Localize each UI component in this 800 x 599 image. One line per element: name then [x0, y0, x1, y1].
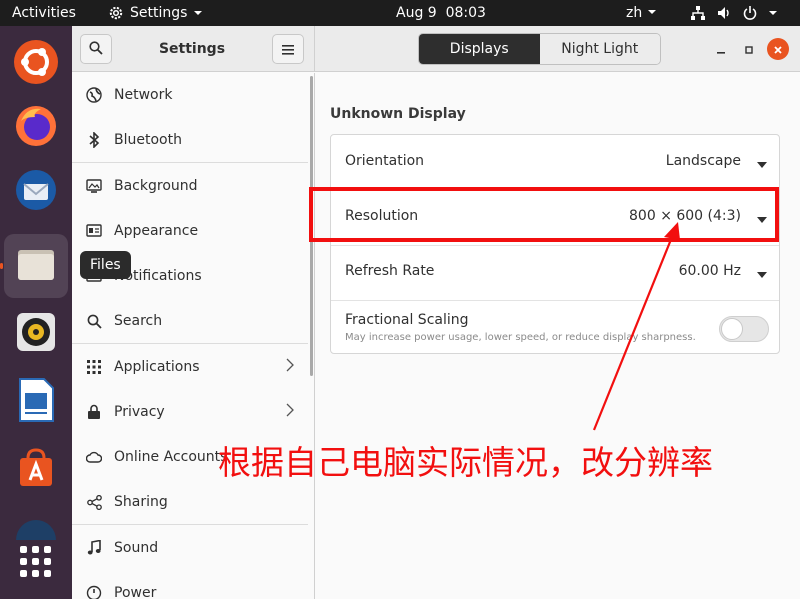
annotation-arrow [592, 222, 680, 431]
annotation-text: 根据自己电脑实际情况，改分辨率 [218, 443, 713, 482]
